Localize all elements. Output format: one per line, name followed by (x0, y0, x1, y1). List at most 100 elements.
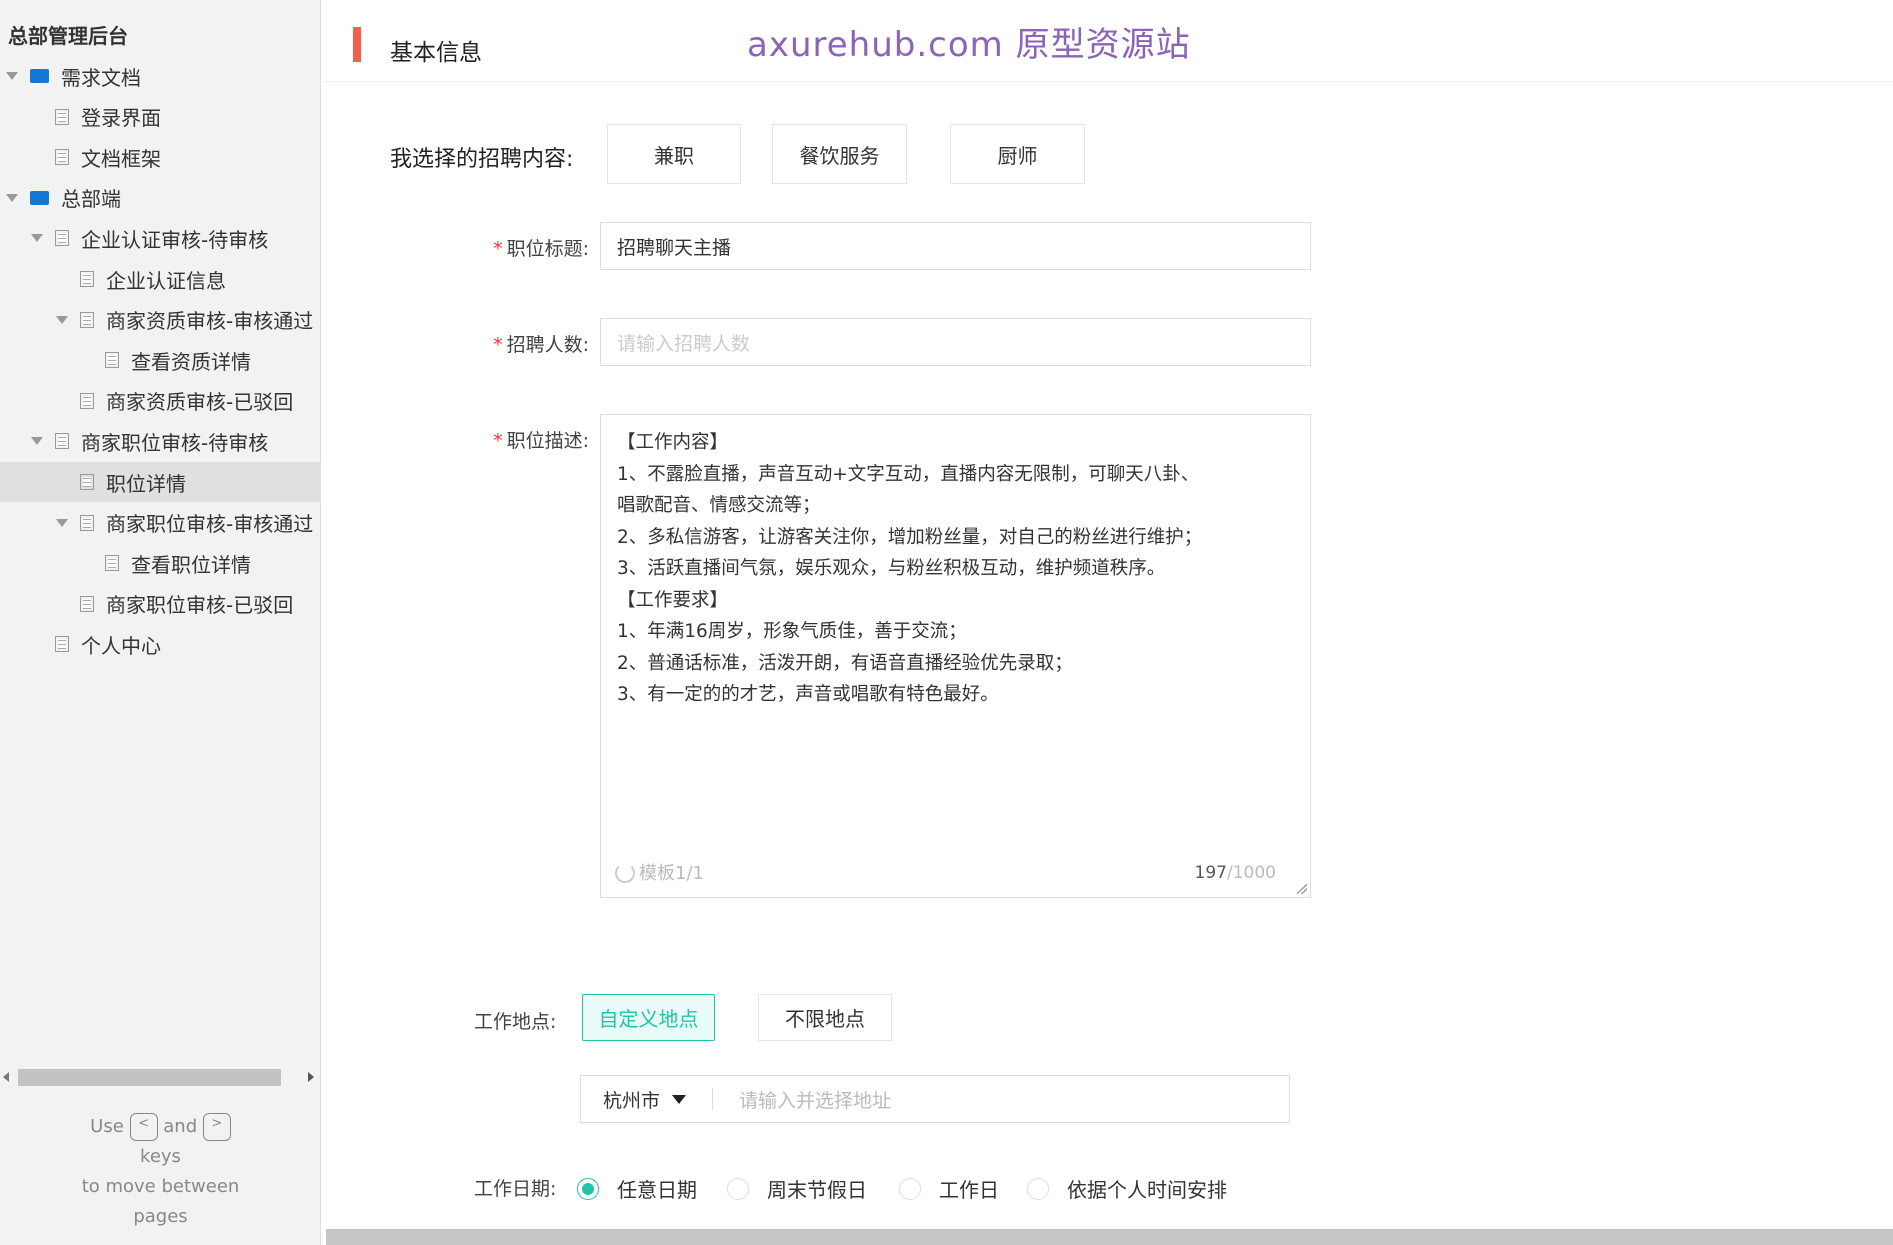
scroll-right-icon[interactable] (308, 1072, 314, 1082)
job-title-input[interactable]: 招聘聊天主播 (600, 222, 1311, 270)
page-icon (55, 433, 69, 450)
sidebar-item-label: 商家职位审核-审核通过 (106, 512, 314, 537)
template-switch[interactable]: 模板1/1 (615, 858, 704, 890)
sidebar-item-label: 总部端 (61, 187, 121, 212)
watermark: axurehub.com 原型资源站 (747, 25, 1191, 65)
date-personal-radio[interactable]: 依据个人时间安排 (1027, 1174, 1227, 1203)
description-line: 【工作内容】 (617, 432, 729, 453)
page-icon (55, 636, 69, 653)
sidebar-item-label: 商家资质审核-已驳回 (106, 390, 294, 415)
city-select[interactable]: 杭州市 (581, 1088, 713, 1112)
prev-key-icon: < (129, 1113, 158, 1141)
sidebar-item[interactable]: 登录界面 (0, 97, 321, 137)
navigation-hint: Use < and > keys to move between pages (0, 1112, 321, 1232)
radio-icon (727, 1177, 749, 1200)
description-line: 唱歌配音、情感交流等； (617, 495, 821, 516)
date-label: 工作日期: (474, 1178, 557, 1200)
title-label: * 职位标题: (493, 238, 589, 260)
sidebar-item[interactable]: 职位详情 (0, 462, 321, 502)
date-weekend-radio[interactable]: 周末节假日 (727, 1174, 867, 1203)
expand-arrow-icon[interactable] (31, 234, 43, 243)
description-line: 3、活跃直播间气氛，娱乐观众，与粉丝积极互动，维护频道秩序。 (617, 558, 1166, 579)
sidebar-item-label: 职位详情 (106, 471, 186, 496)
sidebar-title: 总部管理后台 (8, 24, 128, 48)
expand-arrow-icon[interactable] (56, 315, 68, 324)
sidebar-item[interactable]: 需求文档 (0, 56, 321, 96)
sidebar-item[interactable]: 企业认证审核-待审核 (0, 218, 321, 258)
date-workday-radio[interactable]: 工作日 (899, 1174, 999, 1203)
page-icon (80, 595, 94, 612)
page-icon (55, 230, 69, 247)
sidebar-item-label: 商家资质审核-审核通过 (106, 309, 314, 334)
sidebar-scrollbar[interactable] (0, 1066, 321, 1088)
sidebar-item[interactable]: 商家职位审核-已驳回 (0, 584, 321, 624)
sidebar-item-label: 个人中心 (81, 633, 161, 658)
sidebar-item[interactable]: 商家职位审核-审核通过 (0, 503, 321, 543)
section-title: 基本信息 (390, 40, 482, 66)
page-icon (105, 555, 119, 572)
resize-handle-icon[interactable] (1297, 884, 1307, 894)
folder-icon (30, 69, 49, 83)
sidebar-item[interactable]: 查看资质详情 (0, 340, 321, 380)
refresh-icon (615, 863, 635, 884)
sidebar-item-label: 企业认证信息 (106, 268, 226, 293)
tag-part-time[interactable]: 兼职 (607, 124, 741, 184)
sidebar-item[interactable]: 查看职位详情 (0, 543, 321, 583)
page-icon (80, 392, 94, 409)
page-icon (55, 108, 69, 125)
caret-down-icon (672, 1094, 687, 1104)
count-label: * 招聘人数: (493, 334, 589, 356)
char-counter: 197/1000 (1194, 862, 1276, 883)
sidebar-item-label: 商家职位审核-已驳回 (106, 593, 294, 618)
selected-content-label: 我选择的招聘内容: (390, 147, 574, 172)
scroll-left-icon[interactable] (3, 1072, 9, 1082)
next-key-icon: > (202, 1113, 231, 1141)
hire-count-input[interactable]: 请输入招聘人数 (600, 318, 1311, 366)
page-icon (105, 352, 119, 369)
sidebar-item-label: 需求文档 (61, 65, 141, 90)
sidebar-item-label: 登录界面 (81, 106, 161, 131)
main-horizontal-scrollbar[interactable] (326, 1229, 1893, 1245)
header-accent-bar (353, 27, 361, 62)
description-line: 1、不露脸直播，声音互动+文字互动，直播内容无限制，可聊天八卦、 (617, 463, 1200, 485)
location-unlimited-button[interactable]: 不限地点 (758, 994, 892, 1041)
main-content: 基本信息 axurehub.com 原型资源站 我选择的招聘内容: 兼职 餐饮服… (322, 0, 1893, 1245)
tag-catering[interactable]: 餐饮服务 (772, 124, 907, 184)
page-icon (80, 271, 94, 287)
job-description-textarea[interactable]: 【工作内容】 1、不露脸直播，声音互动+文字互动，直播内容无限制，可聊天八卦、 唱歌… (600, 414, 1311, 898)
sidebar-item[interactable]: 文档框架 (0, 137, 321, 177)
location-label: 工作地点: (474, 1011, 557, 1033)
sidebar-item-label: 企业认证审核-待审核 (81, 227, 269, 252)
sidebar-item[interactable]: 企业认证信息 (0, 259, 321, 299)
radio-checked-icon (577, 1177, 599, 1200)
expand-arrow-icon[interactable] (31, 437, 43, 446)
scrollbar-thumb[interactable] (18, 1069, 281, 1086)
sidebar-item[interactable]: 商家资质审核-审核通过 (0, 300, 321, 340)
folder-icon (30, 190, 49, 205)
description-line: 2、普通话标准，活泼开朗，有语音直播经验优先录取； (617, 652, 1073, 674)
page-icon (80, 311, 94, 328)
description-line: 1、年满16周岁，形象气质佳，善于交流； (617, 621, 967, 642)
sidebar-item[interactable]: 总部端 (0, 178, 321, 218)
sidebar-item[interactable]: 商家资质审核-已驳回 (0, 381, 321, 421)
sidebar-item-label: 商家职位审核-待审核 (81, 430, 269, 455)
expand-arrow-icon[interactable] (56, 518, 68, 527)
description-line: 3、有一定的的才艺，声音或唱歌有特色最好。 (617, 684, 999, 705)
location-custom-button[interactable]: 自定义地点 (582, 994, 715, 1041)
description-line: 【工作要求】 (617, 589, 729, 611)
expand-arrow-icon[interactable] (6, 193, 18, 202)
page-icon (80, 514, 94, 531)
page-icon (55, 149, 69, 166)
page-icon (80, 474, 94, 490)
tag-chef[interactable]: 厨师 (950, 124, 1085, 184)
date-any-radio[interactable]: 任意日期 (577, 1174, 697, 1203)
radio-icon (1027, 1177, 1049, 1200)
section-header: 基本信息 axurehub.com 原型资源站 (322, 0, 1893, 82)
sidebar-item[interactable]: 个人中心 (0, 624, 321, 664)
sidebar-item[interactable]: 商家职位审核-待审核 (0, 421, 321, 461)
desc-label: * 职位描述: (493, 430, 589, 452)
expand-arrow-icon[interactable] (6, 72, 18, 80)
sidebar: 总部管理后台 需求文档登录界面文档框架总部端企业认证审核-待审核企业认证信息商家… (0, 0, 321, 1245)
sidebar-item-label: 查看职位详情 (131, 552, 251, 577)
address-input[interactable]: 请输入并选择地址 (713, 1086, 891, 1113)
